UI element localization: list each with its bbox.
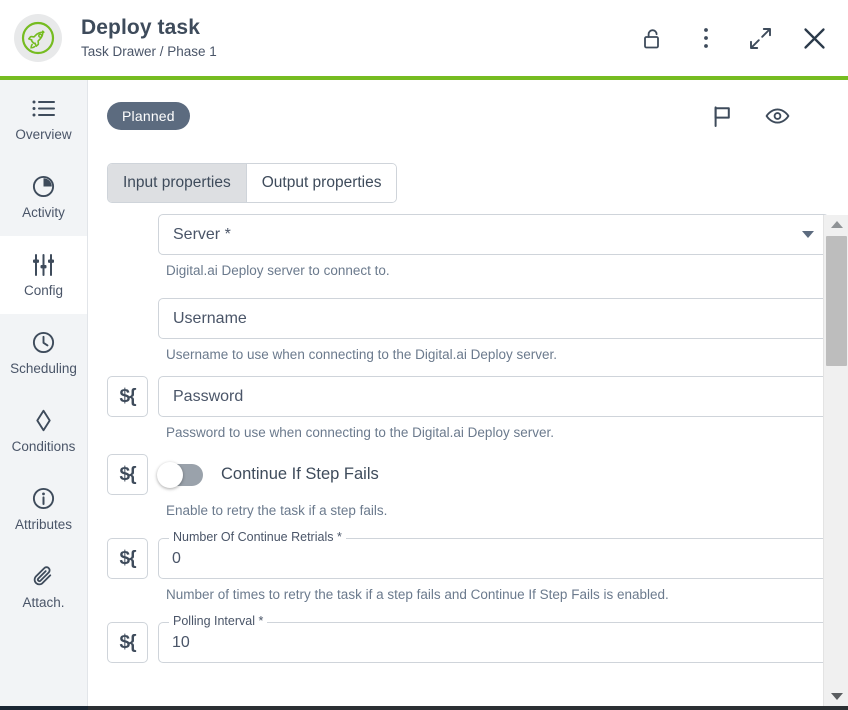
sidebar-item-label: Attach. — [22, 594, 65, 610]
field-row-continue-if-step-fails: ${ Continue If Step Fails — [107, 454, 829, 495]
expand-icon[interactable] — [746, 24, 774, 52]
page-title: Deploy task — [81, 16, 200, 39]
chevron-down-icon — [802, 231, 814, 238]
continue-if-step-fails-variable-button[interactable]: ${ — [107, 454, 148, 495]
main-panel: Planned Input properties Output properti… — [89, 80, 848, 707]
rocket-icon — [14, 14, 62, 62]
window-header: Deploy task Task Drawer / Phase 1 — [0, 0, 848, 76]
header-title-block: Deploy task Task Drawer / Phase 1 — [81, 15, 638, 61]
field-row-polling-interval: ${ Polling Interval * 10 — [107, 614, 829, 663]
field-row-server: Server * — [107, 214, 829, 255]
header-actions — [638, 24, 830, 52]
password-variable-button[interactable]: ${ — [107, 376, 148, 417]
polling-interval-variable-button[interactable]: ${ — [107, 622, 148, 663]
sidebar-item-config[interactable]: Config — [0, 236, 87, 314]
close-icon[interactable] — [800, 24, 828, 52]
password-input[interactable]: Password — [158, 376, 829, 417]
sidebar-item-attachments[interactable]: Attach. — [0, 548, 87, 626]
properties-form: Server * Digital.ai Deploy server to con… — [89, 214, 848, 707]
sidebar-item-label: Activity — [22, 204, 65, 220]
pie-clock-icon — [32, 174, 55, 200]
sidebar-item-label: Overview — [15, 126, 72, 142]
eye-icon[interactable] — [764, 103, 790, 129]
sidebar-item-label: Config — [23, 282, 64, 298]
continue-if-step-fails-helper-text: Enable to retry the task if a step fails… — [166, 503, 388, 518]
unlock-icon[interactable] — [638, 24, 666, 52]
number-of-continue-retrials-helper-text: Number of times to retry the task if a s… — [166, 587, 669, 602]
sidebar-item-overview[interactable]: Overview — [0, 80, 87, 158]
number-of-continue-retrials-variable-button[interactable]: ${ — [107, 538, 148, 579]
scroll-up-icon[interactable] — [824, 215, 848, 233]
field-row-username: Username — [107, 298, 829, 339]
server-helper-text: Digital.ai Deploy server to connect to. — [166, 263, 390, 278]
more-vertical-icon[interactable] — [692, 24, 720, 52]
sidebar-item-scheduling[interactable]: Scheduling — [0, 314, 87, 392]
polling-interval-value: 10 — [172, 633, 190, 651]
sidebar-item-label: Attributes — [14, 516, 73, 532]
tab-input-properties[interactable]: Input properties — [108, 164, 247, 202]
sidebar-item-label: Conditions — [11, 438, 76, 454]
breadcrumb: Task Drawer / Phase 1 — [81, 44, 217, 59]
tab-output-properties[interactable]: Output properties — [246, 164, 397, 202]
flag-icon[interactable] — [709, 103, 735, 129]
window-bottom-edge — [0, 706, 848, 710]
server-select-value: Server * — [173, 225, 231, 243]
polling-interval-input[interactable]: Polling Interval * 10 — [158, 614, 829, 663]
field-row-number-of-continue-retrials: ${ Number Of Continue Retrials * 0 — [107, 530, 829, 579]
username-input[interactable]: Username — [158, 298, 829, 339]
info-circle-icon — [32, 486, 55, 512]
field-row-password: ${ Password — [107, 376, 829, 417]
paperclip-icon — [32, 564, 55, 590]
username-input-value: Username — [173, 309, 247, 327]
sidebar-item-conditions[interactable]: Conditions — [0, 392, 87, 470]
sliders-icon — [32, 252, 55, 278]
server-select[interactable]: Server * — [158, 214, 829, 255]
scroll-thumb[interactable] — [826, 236, 847, 366]
sidebar-item-attributes[interactable]: Attributes — [0, 470, 87, 548]
status-badge: Planned — [107, 102, 190, 130]
username-helper-text: Username to use when connecting to the D… — [166, 347, 557, 362]
scroll-down-icon[interactable] — [824, 687, 848, 705]
window-bottom-edge-left — [0, 706, 88, 710]
number-of-continue-retrials-input[interactable]: Number Of Continue Retrials * 0 — [158, 530, 829, 579]
toggle-knob — [157, 461, 183, 488]
password-input-value: Password — [173, 387, 244, 405]
diamond-icon — [34, 408, 53, 434]
sidebar-item-label: Scheduling — [10, 360, 77, 376]
sidebar: Overview Activity Config Scheduling Cond… — [0, 80, 88, 707]
password-helper-text: Password to use when connecting to the D… — [166, 425, 554, 440]
clock-icon — [32, 330, 55, 356]
task-drawer-window: Deploy task Task Drawer / Phase 1 Overvi… — [0, 0, 848, 710]
continue-if-step-fails-toggle[interactable] — [157, 461, 203, 488]
list-icon — [32, 96, 55, 122]
properties-tabs: Input properties Output properties — [107, 163, 398, 203]
sidebar-item-activity[interactable]: Activity — [0, 158, 87, 236]
status-actions — [709, 103, 830, 129]
continue-if-step-fails-label: Continue If Step Fails — [221, 465, 379, 483]
number-of-continue-retrials-value: 0 — [172, 549, 181, 567]
vertical-scrollbar[interactable] — [823, 215, 848, 707]
status-row: Planned — [107, 102, 830, 130]
